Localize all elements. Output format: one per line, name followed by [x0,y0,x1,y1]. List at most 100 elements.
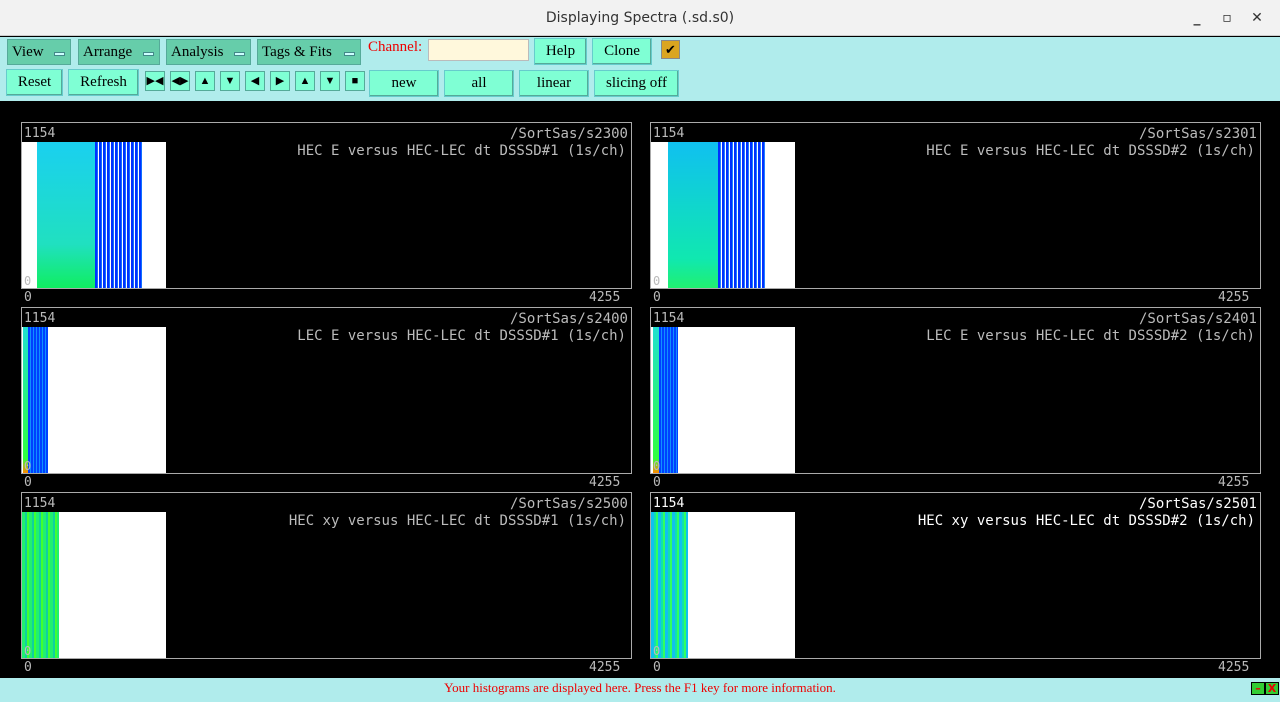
spectrum-panel[interactable]: 0 1154 /SortSas/s2500 HEC xy versus HEC-… [21,492,632,659]
x-max-label: 4255 [1218,290,1250,305]
expand-horizontal-button[interactable]: ▶◀ [145,71,165,91]
status-bar: Your histograms are displayed here. Pres… [0,678,1280,702]
spectrum-title: HEC xy versus HEC-LEC dt DSSSD#2 (1s/ch) [917,513,1255,529]
new-button[interactable]: new [369,70,439,97]
heatmap-plot[interactable]: 0 [22,142,166,288]
x-max-label: 4255 [589,475,621,490]
y-min-label: 0 [653,459,661,473]
spectrum-path: /SortSas/s2400 [509,311,628,327]
window-titlebar: Displaying Spectra (.sd.s0) [0,0,1280,36]
y-min-label: 0 [653,644,661,658]
scroll-up-icon: ▲ [299,75,311,87]
y-min-label: 0 [653,274,661,288]
status-close-button[interactable]: X [1265,682,1279,695]
scroll-down-icon: ▼ [324,75,336,87]
slicing-button[interactable]: slicing off [594,70,679,97]
heatmap-band [718,142,766,288]
all-button[interactable]: all [444,70,514,97]
spectrum-path: /SortSas/s2301 [1138,126,1257,142]
heatmap-band [37,142,95,288]
refresh-button[interactable]: Refresh [68,69,139,96]
full-view-icon: ■ [351,75,359,87]
spectrum-path: /SortSas/s2500 [509,496,628,512]
x-min-label: 0 [24,660,32,675]
channel-input[interactable] [428,39,529,61]
heatmap-band [659,327,678,473]
status-minimize-button[interactable]: – [1251,682,1265,695]
heatmap-band [668,142,718,288]
y-min-label: 0 [24,274,32,288]
y-max-label: 1154 [653,311,685,326]
arrange-menu-label: Arrange [83,44,133,60]
spectrum-panel[interactable]: 0 1154 /SortSas/s2401 LEC E versus HEC-L… [650,307,1261,474]
spectrum-title: LEC E versus HEC-LEC dt DSSSD#1 (1s/ch) [297,328,626,344]
scroll-left-button[interactable]: ◀ [245,71,265,91]
linear-button[interactable]: linear [519,70,589,97]
minimize-button[interactable]: _ [1180,0,1214,36]
expand-vertical-icon: ▲ [199,75,211,87]
x-min-label: 0 [653,660,661,675]
dropdown-indicator-icon [143,52,154,56]
scroll-down-button[interactable]: ▼ [320,71,340,91]
window-title: Displaying Spectra (.sd.s0) [545,10,735,26]
close-button[interactable]: ✕ [1240,0,1274,36]
heatmap-plot[interactable]: 0 [22,512,166,658]
arrange-menu[interactable]: Arrange [78,39,160,65]
shrink-horizontal-icon: ◀▶ [171,75,189,87]
spectrum-path: /SortSas/s2300 [509,126,628,142]
tags-fits-menu[interactable]: Tags & Fits [257,39,361,65]
y-max-label: 1154 [653,496,685,511]
expand-vertical-button[interactable]: ▲ [195,71,215,91]
toggle-checkbox[interactable]: ✔ [661,40,680,59]
x-min-label: 0 [653,475,661,490]
expand-horizontal-icon: ▶◀ [146,75,164,87]
spectrum-title: LEC E versus HEC-LEC dt DSSSD#2 (1s/ch) [926,328,1255,344]
toolbar: View Arrange Analysis Tags & Fits Channe… [0,37,1280,101]
channel-label: Channel: [368,39,423,55]
spectrum-panel[interactable]: 0 1154 /SortSas/s2301 HEC E versus HEC-L… [650,122,1261,289]
y-max-label: 1154 [24,126,56,141]
shrink-vertical-button[interactable]: ▼ [220,71,240,91]
reset-button[interactable]: Reset [6,69,63,96]
dropdown-indicator-icon [54,52,65,56]
shrink-horizontal-button[interactable]: ◀▶ [170,71,190,91]
spectrum-panel[interactable]: 0 1154 /SortSas/s2300 HEC E versus HEC-L… [21,122,632,289]
maximize-button[interactable]: ▫ [1210,0,1244,36]
y-max-label: 1154 [653,126,685,141]
spectrum-path: /SortSas/s2501 [1138,496,1257,512]
analysis-menu-label: Analysis [171,44,224,60]
status-message: Your histograms are displayed here. Pres… [444,680,836,695]
spectrum-panel[interactable]: 0 1154 /SortSas/s2501 HEC xy versus HEC-… [650,492,1261,659]
help-button[interactable]: Help [534,38,587,65]
view-menu[interactable]: View [7,39,71,65]
heatmap-band [28,327,48,473]
heatmap-plot[interactable]: 0 [651,142,795,288]
x-max-label: 4255 [1218,660,1250,675]
shrink-vertical-icon: ▼ [224,75,236,87]
x-min-label: 0 [653,290,661,305]
scroll-up-button[interactable]: ▲ [295,71,315,91]
full-view-button[interactable]: ■ [345,71,365,91]
heatmap-plot[interactable]: 0 [651,327,795,473]
dropdown-indicator-icon [234,52,245,56]
scroll-right-button[interactable]: ▶ [270,71,290,91]
x-max-label: 4255 [1218,475,1250,490]
x-min-label: 0 [24,475,32,490]
scroll-left-icon: ◀ [250,75,260,87]
x-max-label: 4255 [589,290,621,305]
clone-button[interactable]: Clone [592,38,652,65]
spectrum-title: HEC xy versus HEC-LEC dt DSSSD#1 (1s/ch) [288,513,626,529]
scroll-right-icon: ▶ [275,75,285,87]
dropdown-indicator-icon [344,52,355,56]
spectrum-panel[interactable]: 0 1154 /SortSas/s2400 LEC E versus HEC-L… [21,307,632,474]
y-min-label: 0 [24,644,32,658]
heatmap-plot[interactable]: 0 [22,327,166,473]
heatmap-band [95,142,142,288]
view-menu-label: View [12,44,44,60]
spectrum-title: HEC E versus HEC-LEC dt DSSSD#1 (1s/ch) [297,143,626,159]
analysis-menu[interactable]: Analysis [166,39,251,65]
y-max-label: 1154 [24,311,56,326]
heatmap-plot[interactable]: 0 [651,512,795,658]
tags-fits-menu-label: Tags & Fits [262,44,332,60]
y-max-label: 1154 [24,496,56,511]
